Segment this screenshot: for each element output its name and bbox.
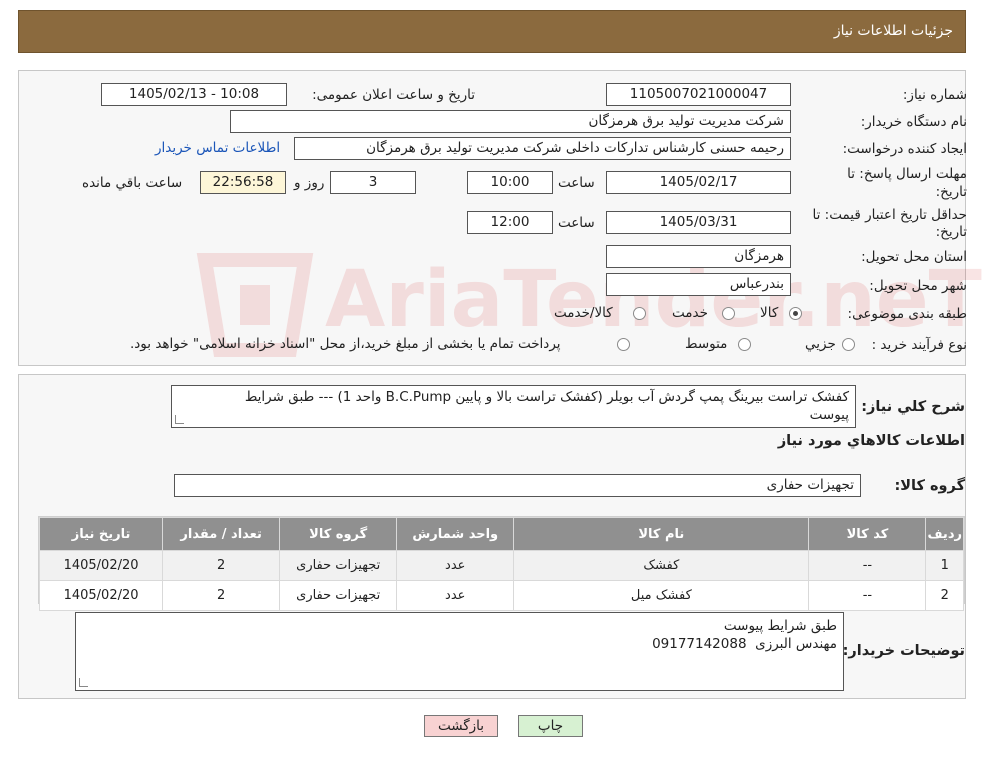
col-need-date: تاريخ نياز	[38, 517, 164, 551]
city-field: بندرعباس	[606, 273, 791, 296]
cell-code: --	[808, 550, 927, 581]
announce-label: تاریخ و ساعت اعلان عمومی:	[312, 87, 475, 103]
table-row: 1 -- کفشک عدد تجهیزات حفاری 2 1405/02/20	[38, 550, 964, 581]
cell-unit: عدد	[396, 580, 515, 611]
resize-grip-icon[interactable]	[175, 415, 184, 424]
description-label: شرح کلي نياز:	[861, 399, 965, 415]
buyer-notes-line-2: مهندس البرزی 09177142088	[652, 636, 837, 652]
page-header: جزئیات اطلاعات نیاز	[18, 10, 966, 53]
goods-section-title: اطلاعات کالاهاي مورد نياز	[777, 433, 965, 449]
col-name: نام کالا	[513, 517, 810, 551]
cell-row: 2	[925, 580, 964, 611]
days-label: روز و	[294, 175, 325, 191]
reply-time-field: 10:00	[467, 171, 553, 194]
cell-unit: عدد	[396, 550, 515, 581]
reply-date-field: 1405/02/17	[606, 171, 791, 194]
category-option-goods-service: کالا/خدمت	[554, 305, 613, 321]
process-option-minor: جزيي	[805, 336, 836, 352]
buyer-notes-line-1: طبق شرایط پیوست	[723, 618, 837, 634]
category-radio-goods[interactable]	[789, 307, 802, 320]
col-unit: واحد شمارش	[396, 517, 515, 551]
cell-need-date: 1405/02/20	[38, 580, 164, 611]
col-quantity: تعداد / مقدار	[162, 517, 281, 551]
print-button[interactable]: چاپ	[518, 715, 583, 737]
cell-need-date: 1405/02/20	[38, 550, 164, 581]
city-label: شهر محل تحویل:	[869, 278, 967, 294]
description-textarea[interactable]: کفشک تراست بیرینگ پمپ گردش آب بویلر (کفش…	[171, 385, 856, 428]
process-radio-treasury[interactable]	[617, 338, 630, 351]
remaining-time-field: 22:56:58	[200, 171, 286, 194]
goods-group-field: تجهیزات حفاری	[174, 474, 861, 497]
process-option-medium: متوسط	[685, 336, 728, 352]
table-row: 2 -- کفشک میل عدد تجهیزات حفاری 2 1405/0…	[38, 580, 964, 611]
remaining-time-label: ساعت باقي مانده	[82, 175, 183, 191]
province-label: استان محل تحویل:	[861, 249, 967, 265]
buyer-notes-label: توضیحات خریدار:	[842, 643, 965, 659]
cell-group: تجهیزات حفاری	[279, 580, 398, 611]
category-label: طبقه بندی موضوعی:	[847, 306, 967, 322]
resize-grip-icon[interactable]	[79, 678, 88, 687]
cell-code: --	[808, 580, 927, 611]
announce-datetime-field: 1405/02/13 - 10:08	[101, 83, 287, 106]
description-line-1: کفشک تراست بیرینگ پمپ گردش آب بویلر (کفش…	[244, 389, 849, 405]
process-label: نوع فرآیند خرید :	[871, 337, 967, 353]
price-validity-label: حداقل تاریخ اعتبار قیمت: تا	[812, 207, 967, 223]
goods-group-label: گروه کالا:	[894, 478, 965, 494]
reply-deadline-label-date: تاریخ:	[935, 184, 967, 200]
watermark-text: AriaTender.neT	[325, 255, 982, 345]
category-option-service: خدمت	[672, 305, 708, 321]
col-row: رديف	[925, 517, 964, 551]
process-radio-minor[interactable]	[842, 338, 855, 351]
items-table-header: رديف کد کالا نام کالا واحد شمارش گروه کا…	[38, 517, 964, 551]
province-field: هرمزگان	[606, 245, 791, 268]
buyer-contact-link[interactable]: اطلاعات تماس خریدار	[155, 140, 280, 156]
need-number-label: شماره نیاز:	[902, 87, 967, 103]
cell-row: 1	[925, 550, 964, 581]
price-date-field: 1405/03/31	[606, 211, 791, 234]
category-option-goods: کالا	[760, 305, 779, 321]
creator-label: ایجاد کننده درخواست:	[842, 141, 967, 157]
reply-deadline-label: مهلت ارسال پاسخ: تا	[847, 166, 967, 182]
price-time-field: 12:00	[467, 211, 553, 234]
page-title: جزئیات اطلاعات نیاز	[833, 23, 953, 39]
col-code: کد کالا	[808, 517, 927, 551]
description-line-2: پیوست	[809, 407, 849, 423]
price-time-label: ساعت	[558, 215, 595, 231]
buyer-org-label: نام دستگاه خریدار:	[860, 114, 967, 130]
category-radio-goods-service[interactable]	[633, 307, 646, 320]
cell-quantity: 2	[162, 550, 281, 581]
reply-time-label: ساعت	[558, 175, 595, 191]
process-treasury-note: پرداخت تمام یا بخشی از مبلغ خرید،از محل …	[130, 336, 561, 352]
process-radio-medium[interactable]	[738, 338, 751, 351]
cell-group: تجهیزات حفاری	[279, 550, 398, 581]
category-radio-service[interactable]	[722, 307, 735, 320]
days-remaining-field: 3	[330, 171, 416, 194]
buyer-notes-textarea[interactable]: طبق شرایط پیوست مهندس البرزی 09177142088	[75, 612, 844, 691]
price-validity-label-date: تاریخ:	[935, 224, 967, 240]
buyer-org-field: شرکت مدیریت تولید برق هرمزگان	[230, 110, 791, 133]
creator-field: رحیمه حسنی کارشناس تدارکات داخلی شرکت مد…	[294, 137, 791, 160]
cell-quantity: 2	[162, 580, 281, 611]
items-table-wrapper: رديف کد کالا نام کالا واحد شمارش گروه کا…	[38, 516, 965, 611]
items-table: رديف کد کالا نام کالا واحد شمارش گروه کا…	[38, 517, 964, 611]
need-number-field: 1105007021000047	[606, 83, 791, 106]
col-group: گروه کالا	[279, 517, 398, 551]
cell-name: کفشک میل	[513, 580, 810, 611]
back-button[interactable]: بازگشت	[424, 715, 498, 737]
cell-name: کفشک	[513, 550, 810, 581]
